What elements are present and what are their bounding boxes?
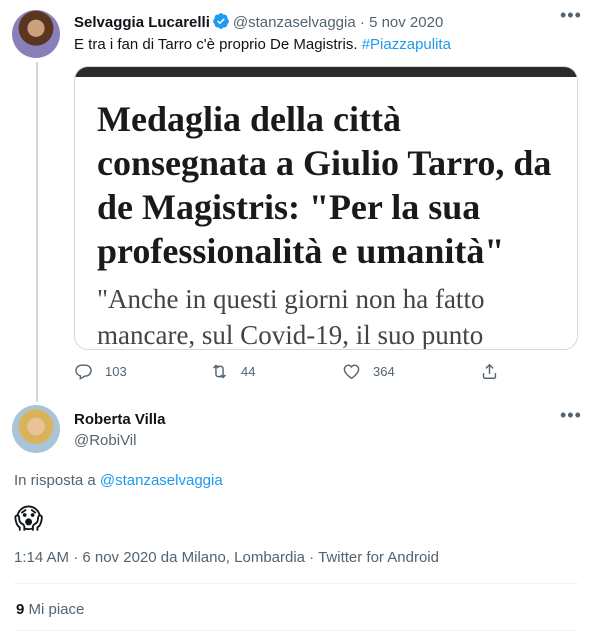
media-quote: "Anche in questi giorni non ha fatto man… [97, 284, 485, 350]
reply-icon [75, 364, 92, 380]
verified-badge-icon [212, 12, 230, 36]
separator: · [359, 14, 365, 31]
reply-context: In risposta a @stanzaselvaggia [14, 471, 223, 491]
retweet-button[interactable]: 44 [210, 362, 255, 381]
likes-count: 9 [16, 601, 25, 618]
display-name[interactable]: Selvaggia Lucarelli [74, 14, 210, 31]
display-name[interactable]: Roberta Villa [74, 410, 165, 430]
tweet-body: E tra i fan di Tarro c'è proprio De Magi… [74, 36, 358, 53]
more-icon[interactable]: ••• [560, 6, 582, 24]
hashtag-link[interactable]: #Piazzapulita [362, 36, 451, 53]
like-button[interactable]: 364 [342, 362, 395, 381]
likes-summary[interactable]: 9 Mi piace [16, 600, 84, 620]
like-count: 364 [373, 364, 395, 379]
more-icon[interactable]: ••• [560, 406, 582, 424]
share-icon [482, 363, 497, 379]
tweet-date[interactable]: 5 nov 2020 [369, 14, 443, 31]
reply-prefix: In risposta a [14, 472, 96, 489]
tweet-actions: 103 44 364 [74, 362, 504, 386]
retweet-icon [213, 364, 226, 379]
tweet-header: Selvaggia Lucarelli @stanzaselvaggia · 5 … [74, 12, 443, 36]
avatar[interactable] [12, 10, 60, 58]
heart-icon [343, 364, 360, 380]
thread-connector-line [36, 62, 38, 402]
tweet-media-image[interactable]: Medaglia della città consegnata a Giulio… [74, 66, 578, 350]
divider [14, 630, 578, 631]
reply-to-link[interactable]: @stanzaselvaggia [100, 472, 223, 489]
reply-button[interactable]: 103 [74, 362, 127, 381]
divider [14, 583, 578, 584]
reply-count: 103 [105, 364, 127, 379]
tweet-emoji: 😱 [14, 503, 44, 534]
media-topbar [75, 67, 577, 77]
likes-label: Mi piace [28, 601, 85, 618]
handle[interactable]: @RobiVil [74, 431, 136, 451]
tweet-text: E tra i fan di Tarro c'è proprio De Magi… [74, 35, 451, 55]
media-headline: Medaglia della città consegnata a Giulio… [97, 99, 552, 271]
handle[interactable]: @stanzaselvaggia [233, 14, 356, 31]
share-button[interactable] [480, 362, 511, 381]
tweet-meta[interactable]: 1:14 AM · 6 nov 2020 da Milano, Lombardi… [14, 548, 439, 568]
retweet-count: 44 [241, 364, 256, 379]
avatar[interactable] [12, 405, 60, 453]
